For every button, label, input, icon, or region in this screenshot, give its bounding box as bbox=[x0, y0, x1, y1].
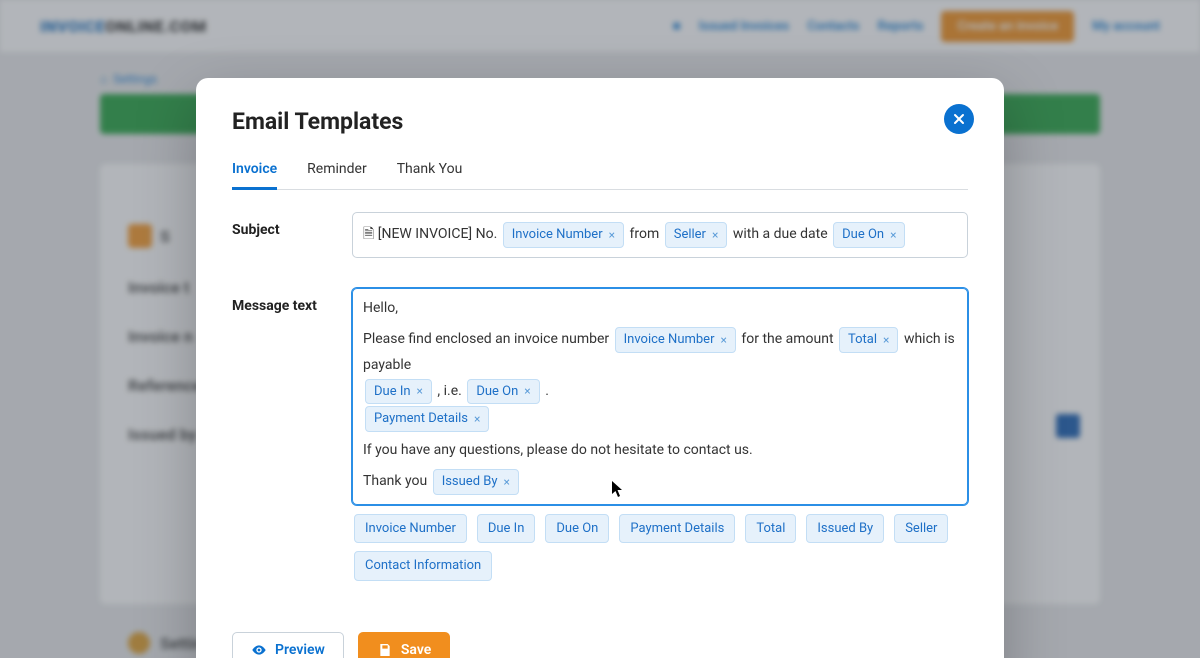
msg-text: for the amount bbox=[741, 331, 837, 347]
chip-seller[interactable]: Seller× bbox=[665, 222, 728, 248]
msg-line-questions: If you have any questions, please do not… bbox=[363, 442, 753, 458]
preview-label: Preview bbox=[275, 642, 325, 658]
subject-text-1: from bbox=[630, 226, 663, 242]
tab-reminder[interactable]: Reminder bbox=[307, 161, 367, 189]
message-field[interactable]: Hello, Please find enclosed an invoice n… bbox=[352, 288, 968, 505]
chip-remove-icon[interactable]: × bbox=[890, 226, 896, 244]
chip-total[interactable]: Total× bbox=[839, 327, 898, 353]
modal-footer: Preview Save bbox=[232, 632, 968, 658]
chip-remove-icon[interactable]: × bbox=[609, 226, 615, 244]
eye-icon bbox=[251, 642, 267, 658]
chip-payment-details[interactable]: Payment Details× bbox=[365, 406, 489, 432]
tab-invoice[interactable]: Invoice bbox=[232, 161, 277, 190]
msg-text: , i.e. bbox=[437, 383, 465, 399]
chip-remove-icon[interactable]: × bbox=[524, 382, 530, 400]
chip-remove-icon[interactable]: × bbox=[474, 410, 480, 428]
msg-text: Please find enclosed an invoice number bbox=[363, 331, 613, 347]
chip-due-on[interactable]: Due On× bbox=[467, 379, 539, 405]
subject-label: Subject bbox=[232, 212, 332, 238]
save-button[interactable]: Save bbox=[358, 632, 450, 658]
palette-invoice-number[interactable]: Invoice Number bbox=[354, 514, 467, 544]
palette-due-on[interactable]: Due On bbox=[545, 514, 609, 544]
message-label: Message text bbox=[232, 288, 332, 314]
chip-due-in[interactable]: Due In× bbox=[365, 379, 432, 405]
preview-button[interactable]: Preview bbox=[232, 632, 344, 658]
tab-thank-you[interactable]: Thank You bbox=[397, 161, 463, 189]
chip-remove-icon[interactable]: × bbox=[417, 382, 423, 400]
chip-issued-by[interactable]: Issued By× bbox=[433, 469, 519, 495]
palette-due-in[interactable]: Due In bbox=[477, 514, 536, 544]
subject-text-2: with a due date bbox=[733, 226, 831, 242]
palette-total[interactable]: Total bbox=[745, 514, 796, 544]
message-row: Message text Hello, Please find enclosed… bbox=[232, 288, 968, 505]
msg-line-hello: Hello, bbox=[363, 300, 398, 316]
variable-palette: Invoice Number Due In Due On Payment Det… bbox=[352, 513, 968, 582]
palette-payment-details[interactable]: Payment Details bbox=[619, 514, 735, 544]
close-icon bbox=[951, 111, 967, 127]
subject-row: Subject 🗎 [NEW INVOICE] No. Invoice Numb… bbox=[232, 212, 968, 258]
template-tabs: Invoice Reminder Thank You bbox=[232, 161, 968, 190]
modal-title: Email Templates bbox=[232, 108, 968, 135]
save-icon bbox=[377, 642, 393, 658]
chip-remove-icon[interactable]: × bbox=[883, 331, 889, 349]
close-button[interactable] bbox=[944, 104, 974, 134]
subject-field[interactable]: 🗎 [NEW INVOICE] No. Invoice Number× from… bbox=[352, 212, 968, 258]
chip-remove-icon[interactable]: × bbox=[712, 226, 718, 244]
chip-due-on[interactable]: Due On× bbox=[833, 222, 905, 248]
subject-text-0: [NEW INVOICE] No. bbox=[374, 226, 500, 242]
chip-remove-icon[interactable]: × bbox=[504, 473, 510, 491]
msg-text: . bbox=[545, 383, 549, 399]
attachment-icon: 🗎 bbox=[363, 226, 374, 242]
save-label: Save bbox=[401, 642, 431, 658]
chip-invoice-number[interactable]: Invoice Number× bbox=[503, 222, 624, 248]
chip-remove-icon[interactable]: × bbox=[720, 331, 726, 349]
msg-text: Thank you bbox=[363, 473, 431, 489]
palette-contact-information[interactable]: Contact Information bbox=[354, 551, 492, 581]
chip-invoice-number[interactable]: Invoice Number× bbox=[615, 327, 736, 353]
palette-issued-by[interactable]: Issued By bbox=[806, 514, 884, 544]
palette-seller[interactable]: Seller bbox=[894, 514, 948, 544]
email-templates-modal: Email Templates Invoice Reminder Thank Y… bbox=[196, 78, 1004, 658]
